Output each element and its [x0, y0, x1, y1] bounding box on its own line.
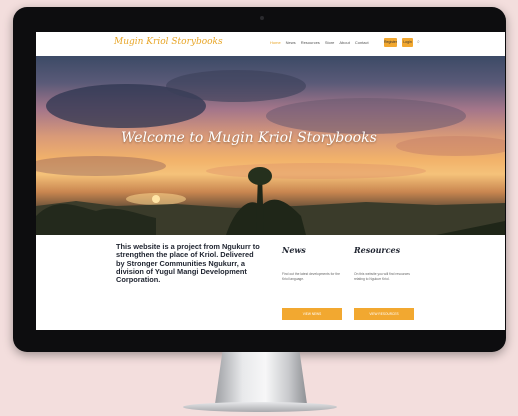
main-nav: Home News Resources Store About Contact: [270, 40, 369, 45]
hero-title: Welcome to Mugin Kriol Storybooks: [121, 130, 377, 146]
login-button[interactable]: Login: [402, 38, 413, 47]
nav-news[interactable]: News: [286, 40, 296, 45]
resources-text: On this website you will find resources …: [354, 272, 410, 281]
nav-resources[interactable]: Resources: [301, 40, 320, 45]
site-logo[interactable]: Mugin Kriol Storybooks: [114, 37, 223, 47]
view-news-button[interactable]: VIEW NEWS: [282, 308, 342, 320]
site-header: Mugin Kriol Storybooks Home News Resourc…: [36, 32, 505, 56]
intro-text: This website is a project from Ngukurr t…: [116, 242, 260, 285]
resources-title: Resources: [354, 245, 401, 255]
nav-store[interactable]: Store: [325, 40, 335, 45]
nav-home[interactable]: Home: [270, 40, 281, 45]
camera-dot: [260, 16, 264, 20]
nav-contact[interactable]: Contact: [355, 40, 369, 45]
view-resources-button[interactable]: VIEW RESOURCES: [354, 308, 414, 320]
news-title: News: [282, 245, 306, 255]
register-button[interactable]: Register: [384, 38, 397, 47]
monitor: Mugin Kriol Storybooks Home News Resourc…: [13, 7, 506, 352]
search-icon[interactable]: ⌕: [417, 39, 420, 45]
news-text: Find out the latest developments for the…: [282, 272, 340, 281]
hero-banner: Welcome to Mugin Kriol Storybooks: [36, 56, 505, 235]
screen: Mugin Kriol Storybooks Home News Resourc…: [36, 32, 505, 330]
nav-about[interactable]: About: [339, 40, 349, 45]
monitor-stand: [215, 352, 307, 404]
monitor-base: [183, 402, 337, 412]
content-section: This website is a project from Ngukurr t…: [36, 235, 505, 330]
